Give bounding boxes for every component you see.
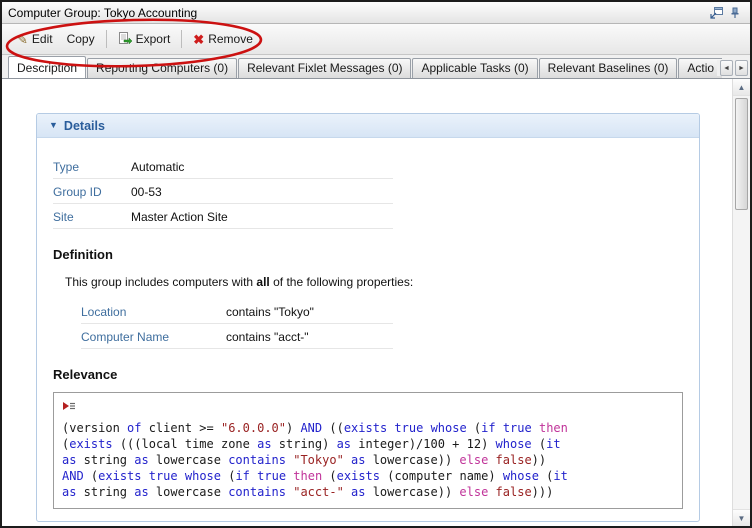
- computer-group-window: Computer Group: Tokyo Accounting ✎ Edit …: [0, 0, 752, 528]
- scroll-down-icon[interactable]: ▼: [733, 509, 750, 526]
- tabbar: Description Reporting Computers (0) Rele…: [2, 55, 750, 79]
- toolbar-separator: [105, 30, 107, 48]
- details-header-label: Details: [63, 118, 105, 133]
- property-row-location: Location contains "Tokyo": [81, 299, 393, 324]
- tab-scrollers: ◄ ►: [717, 60, 748, 76]
- details-header[interactable]: ▼ Details: [37, 114, 699, 138]
- tab-description[interactable]: Description: [8, 56, 87, 78]
- toolbar: ✎ Edit Copy Export ✖ Remove: [2, 24, 750, 55]
- remove-x-icon: ✖: [193, 31, 205, 47]
- field-value: Automatic: [131, 160, 185, 174]
- description-document: ▼ Details Type Automatic Group ID 00-53 …: [2, 79, 732, 526]
- export-button-label: Export: [135, 32, 171, 46]
- intro-prefix: This group includes computers with: [65, 275, 257, 289]
- field-value: Master Action Site: [131, 210, 228, 224]
- pencil-icon: ✎: [17, 31, 28, 47]
- tab-relevant-fixlet-messages[interactable]: Relevant Fixlet Messages (0): [238, 58, 412, 78]
- relevance-code: (version of client >= "6.0.0.0") AND ((e…: [62, 421, 568, 499]
- tab-action-truncated[interactable]: Actio: [678, 58, 723, 78]
- relevance-heading: Relevance: [53, 367, 118, 382]
- field-row-type: Type Automatic: [53, 154, 393, 179]
- tab-applicable-tasks[interactable]: Applicable Tasks (0): [412, 58, 538, 78]
- titlebar: Computer Group: Tokyo Accounting: [2, 2, 750, 24]
- copy-button-label: Copy: [66, 32, 95, 46]
- relevance-code-box: (version of client >= "6.0.0.0") AND ((e…: [53, 392, 683, 509]
- pin-icon[interactable]: [728, 6, 742, 19]
- property-row-computer-name: Computer Name contains "acct-": [81, 324, 393, 349]
- vertical-scrollbar[interactable]: ▲ ▼: [732, 79, 750, 526]
- toolbar-separator: [181, 30, 183, 48]
- window-title: Computer Group: Tokyo Accounting: [8, 5, 198, 20]
- float-window-icon[interactable]: [709, 6, 723, 19]
- tab-scroll-right-icon[interactable]: ►: [735, 60, 748, 76]
- export-icon: [118, 31, 132, 48]
- details-fields: Type Automatic Group ID 00-53 Site Maste…: [53, 154, 393, 229]
- definition-properties: Location contains "Tokyo" Computer Name …: [81, 299, 393, 349]
- content-area: ▼ Details Type Automatic Group ID 00-53 …: [2, 79, 750, 526]
- field-row-site: Site Master Action Site: [53, 204, 393, 229]
- field-row-group-id: Group ID 00-53: [53, 179, 393, 204]
- definition-intro: This group includes computers with all o…: [65, 275, 699, 289]
- tab-scroll-left-icon[interactable]: ◄: [720, 60, 733, 76]
- field-value: 00-53: [131, 185, 162, 199]
- property-value: contains "acct-": [226, 330, 309, 344]
- remove-button-label: Remove: [208, 32, 253, 46]
- tab-relevant-baselines[interactable]: Relevant Baselines (0): [538, 58, 678, 78]
- scroll-up-icon[interactable]: ▲: [733, 79, 750, 96]
- details-section: ▼ Details Type Automatic Group ID 00-53 …: [36, 113, 700, 522]
- property-label: Location: [81, 305, 127, 319]
- export-button[interactable]: Export: [111, 27, 178, 52]
- field-label: Group ID: [53, 185, 102, 199]
- property-value: contains "Tokyo": [226, 305, 314, 319]
- intro-suffix: of the following properties:: [269, 275, 414, 289]
- collapse-triangle-icon: ▼: [49, 120, 58, 130]
- relevance-expression-icon: [62, 399, 674, 417]
- definition-heading: Definition: [53, 247, 113, 262]
- field-label: Site: [53, 210, 74, 224]
- tab-reporting-computers[interactable]: Reporting Computers (0): [87, 58, 238, 78]
- titlebar-icons: [709, 6, 742, 19]
- scrollbar-thumb[interactable]: [735, 98, 748, 210]
- intro-bold: all: [256, 275, 270, 289]
- property-label: Computer Name: [81, 330, 170, 344]
- remove-button[interactable]: ✖ Remove: [186, 28, 260, 50]
- edit-button-label: Edit: [31, 32, 53, 46]
- edit-button[interactable]: ✎ Edit: [10, 28, 60, 50]
- copy-button[interactable]: Copy: [60, 28, 102, 50]
- field-label: Type: [53, 160, 80, 174]
